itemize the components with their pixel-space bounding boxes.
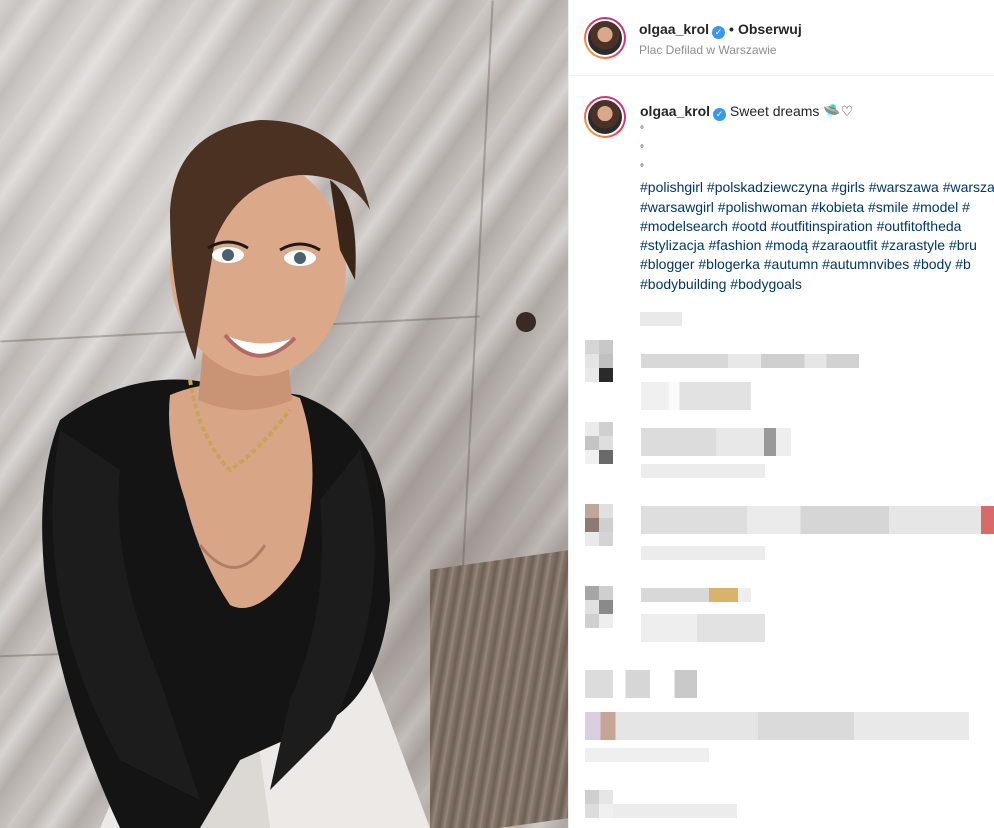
comment-avatar-blurred [585, 790, 613, 828]
caption-username[interactable]: olgaa_krol [640, 103, 710, 119]
caption-time-blurred [640, 312, 682, 326]
post-header: olgaa_krol ✓ • Obserwuj Plac Defilad w Wars… [569, 0, 994, 76]
caption-dot: ° [640, 163, 644, 175]
separator-dot: • [729, 21, 734, 37]
follow-button[interactable]: Obserwuj [738, 21, 802, 37]
comment-avatar-blurred [585, 586, 613, 628]
author-line: olgaa_krol ✓ • Obserwuj [639, 21, 802, 39]
hashtag-line[interactable]: #blogger #blogerka #autumn #autumnvibes … [640, 255, 994, 274]
caption-avatar[interactable] [584, 96, 626, 138]
verified-badge-icon: ✓ [713, 108, 727, 121]
hashtag-line[interactable]: #modelsearch #ootd #outfitinspiration #o… [640, 217, 994, 236]
caption-first-line: olgaa_krol ✓ Sweet dreams 🛸♡ [640, 102, 994, 121]
post-side-panel: olgaa_krol ✓ • Obserwuj Plac Defilad w Wars… [568, 0, 994, 828]
author-avatar[interactable] [584, 17, 626, 59]
caption-dots: ° ° ° [640, 121, 994, 178]
hashtag-line[interactable]: #warsawgirl #polishwoman #kobieta #smile… [640, 198, 994, 217]
hashtag-line[interactable]: #stylizacja #fashion #modą #zaraoutfit #… [640, 236, 994, 255]
caption-hashtags[interactable]: #polishgirl #polskadziewczyna #girls #wa… [640, 178, 994, 294]
comment-avatar-blurred [585, 504, 613, 546]
post-photo[interactable] [0, 0, 568, 828]
caption-dot: ° [640, 144, 644, 156]
caption-text: Sweet dreams [729, 103, 820, 119]
location-link[interactable]: Plac Defilad w Warszawie [639, 43, 777, 57]
comment-avatar-blurred [585, 340, 613, 382]
verified-badge-icon: ✓ [712, 26, 726, 39]
person-illustration [42, 120, 430, 828]
caption-dot: ° [640, 125, 644, 137]
comment-avatar-blurred [585, 422, 613, 464]
hashtag-line[interactable]: #polishgirl #polskadziewczyna #girls #wa… [640, 178, 994, 197]
hashtag-line[interactable]: #bodybuilding #bodygoals [640, 275, 994, 294]
ufo-heart-emoji-icon: 🛸♡ [823, 103, 854, 119]
author-username[interactable]: olgaa_krol [639, 21, 709, 37]
